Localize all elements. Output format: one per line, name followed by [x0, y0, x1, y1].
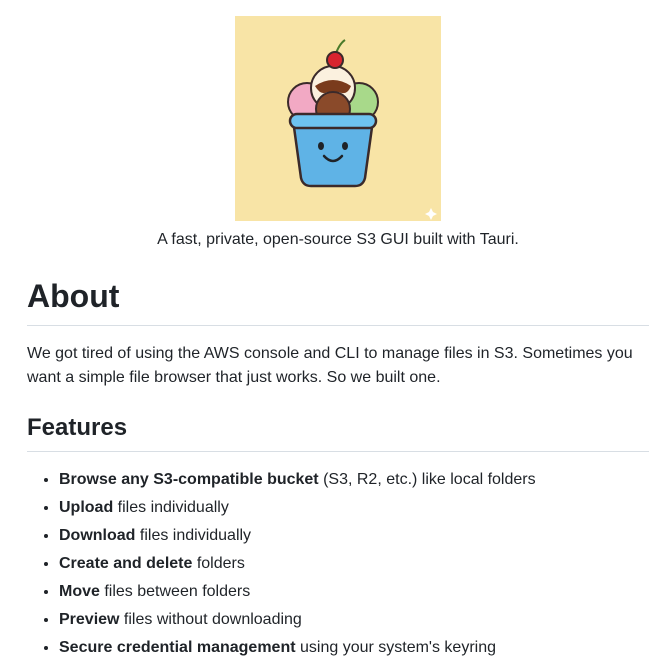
heading-divider	[27, 451, 649, 452]
feature-description: files individually	[135, 527, 252, 544]
tagline: A fast, private, open-source S3 GUI buil…	[157, 231, 519, 248]
features-list: Browse any S3-compatible bucket (S3, R2,…	[27, 466, 649, 662]
feature-description: (S3, R2, etc.) like local folders	[318, 471, 536, 488]
feature-description: files individually	[113, 499, 229, 516]
list-item: Preview files without downloading	[59, 606, 649, 634]
feature-description: folders	[192, 555, 245, 572]
list-item: Browse any S3-compatible bucket (S3, R2,…	[59, 466, 649, 494]
list-item: Download files individually	[59, 522, 649, 550]
about-paragraph: We got tired of using the AWS console an…	[27, 345, 633, 386]
heading-divider	[27, 325, 649, 326]
about-heading: About	[27, 278, 120, 314]
features-heading: Features	[27, 414, 128, 441]
feature-name: Preview	[59, 611, 120, 628]
ice-cream-bucket-icon	[235, 16, 441, 221]
logo-image	[235, 16, 441, 221]
feature-description: files between folders	[99, 583, 251, 600]
feature-name: Move	[59, 583, 100, 600]
feature-name: Browse any S3-compatible bucket	[59, 471, 319, 488]
list-item: Secure credential management using your …	[59, 634, 649, 662]
list-item: Upload files individually	[59, 494, 649, 522]
list-item: Move files between folders	[59, 578, 649, 606]
feature-description: files without downloading	[119, 611, 302, 628]
feature-name: Download	[59, 527, 136, 544]
feature-name: Create and delete	[59, 555, 193, 572]
list-item: Create and delete folders	[59, 550, 649, 578]
feature-name: Upload	[59, 499, 114, 516]
